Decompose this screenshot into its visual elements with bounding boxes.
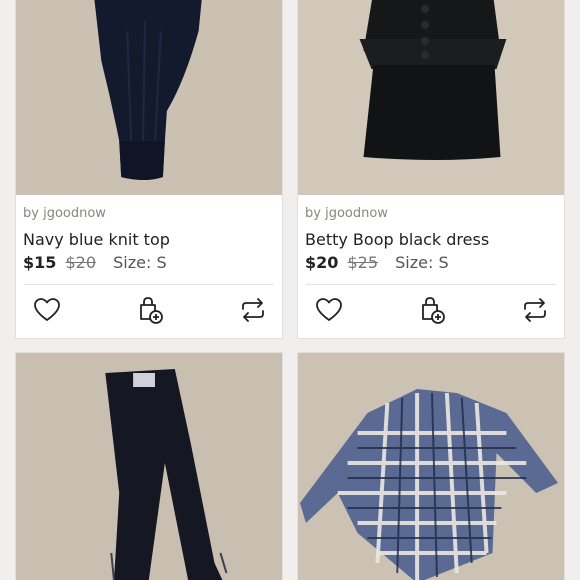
price-row: $20 $25 Size: S	[305, 252, 557, 274]
listing-price: $15	[23, 253, 57, 272]
share-button[interactable]	[518, 293, 552, 327]
navy-knit-top-image	[16, 0, 282, 195]
share-arrows-icon	[524, 298, 546, 322]
listing-card[interactable]	[297, 352, 565, 580]
listing-card[interactable]: by jgoodnow Navy blue knit top $15 $20 S…	[15, 0, 283, 339]
share-arrows-icon	[242, 298, 264, 322]
bag-plus-icon	[422, 297, 445, 324]
black-dress-image	[298, 0, 564, 195]
plaid-shirt-image	[298, 353, 564, 580]
add-to-bundle-button[interactable]	[133, 293, 167, 327]
listing-actions	[16, 285, 282, 333]
bag-plus-icon	[140, 297, 163, 324]
add-to-bundle-button[interactable]	[415, 293, 449, 327]
listing-title[interactable]: Betty Boop black dress	[305, 230, 557, 250]
like-button[interactable]	[30, 293, 64, 327]
heart-icon	[316, 298, 342, 321]
listing-size: Size: S	[395, 253, 449, 272]
seller-name[interactable]: by jgoodnow	[23, 203, 275, 225]
listing-title[interactable]: Navy blue knit top	[23, 230, 275, 250]
original-price: $20	[65, 253, 97, 272]
listing-size: Size: S	[113, 253, 167, 272]
heart-icon	[34, 298, 60, 321]
listing-feed: by jgoodnow Navy blue knit top $15 $20 S…	[0, 0, 580, 580]
share-button[interactable]	[236, 293, 270, 327]
price-row: $15 $20 Size: S	[23, 252, 275, 274]
listing-photo-navy-knit-top[interactable]	[16, 0, 282, 195]
listing-photo-black-dress[interactable]	[298, 0, 564, 195]
listing-photo-navy-pants[interactable]	[16, 353, 282, 580]
navy-pants-image	[16, 353, 282, 580]
listing-card[interactable]	[15, 352, 283, 580]
seller-name[interactable]: by jgoodnow	[305, 203, 557, 225]
listing-photo-plaid-shirt[interactable]	[298, 353, 564, 580]
listing-price: $20	[305, 253, 339, 272]
like-button[interactable]	[312, 293, 346, 327]
listing-actions	[298, 285, 564, 333]
listing-card[interactable]: by jgoodnow Betty Boop black dress $20 $…	[297, 0, 565, 339]
original-price: $25	[347, 253, 379, 272]
